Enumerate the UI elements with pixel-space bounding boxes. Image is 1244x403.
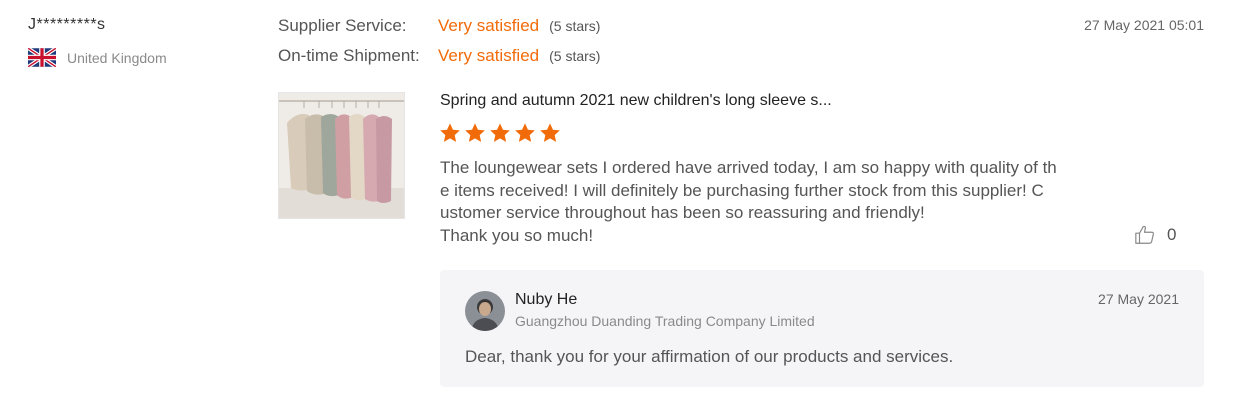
star-icon <box>465 123 485 142</box>
ratings-list: Supplier Service: Very satisfied (5 star… <box>278 16 600 76</box>
thumbs-up-icon <box>1135 225 1154 244</box>
product-title-link[interactable]: Spring and autumn 2021 new children's lo… <box>440 92 832 110</box>
rating-detail: (5 stars) <box>549 18 601 34</box>
star-icon <box>440 123 460 142</box>
reply-author-name: Nuby He <box>515 291 578 308</box>
avatar-image <box>465 291 505 331</box>
rating-value: Very satisfied <box>438 46 540 65</box>
rating-row-supplier-service: Supplier Service: Very satisfied (5 star… <box>278 16 600 46</box>
like-button[interactable]: 0 <box>1134 224 1176 246</box>
rating-detail: (5 stars) <box>549 48 601 64</box>
review-text-line: ustomer service throughout has been so r… <box>440 203 925 222</box>
star-icon <box>515 123 535 142</box>
supplier-reply: Nuby He Guangzhou Duanding Trading Compa… <box>440 270 1204 387</box>
review-text-line: e items received! I will definitely be p… <box>440 180 1044 200</box>
product-thumbnail[interactable] <box>278 92 405 219</box>
reply-text: Dear, thank you for your affirmation of … <box>465 347 954 366</box>
review-card: J*********s United Kingdom Supplier Serv… <box>0 0 1244 403</box>
uk-flag-icon <box>28 48 56 67</box>
buyer-country-name: United Kingdom <box>67 49 167 66</box>
rating-label: Supplier Service: <box>278 16 407 35</box>
rating-row-on-time-shipment: On-time Shipment: Very satisfied (5 star… <box>278 46 600 76</box>
rating-label: On-time Shipment: <box>278 46 420 65</box>
star-icon <box>540 123 560 142</box>
rating-value: Very satisfied <box>438 16 540 35</box>
product-image <box>279 93 404 218</box>
review-text-line: The loungewear sets I ordered have arriv… <box>440 158 1057 177</box>
reply-company-name: Guangzhou Duanding Trading Company Limit… <box>515 313 815 329</box>
buyer-name: J*********s <box>28 16 106 33</box>
review-text-line: Thank you so much! <box>440 225 594 245</box>
avatar <box>465 291 505 331</box>
buyer-country: United Kingdom <box>28 48 167 67</box>
review-text: The loungewear sets I ordered have arriv… <box>440 157 1065 247</box>
product-star-rating <box>439 122 561 144</box>
like-count: 0 <box>1167 225 1177 244</box>
star-icon <box>490 123 510 142</box>
review-date: 27 May 2021 05:01 <box>1084 17 1204 33</box>
reply-date: 27 May 2021 <box>1098 291 1179 307</box>
